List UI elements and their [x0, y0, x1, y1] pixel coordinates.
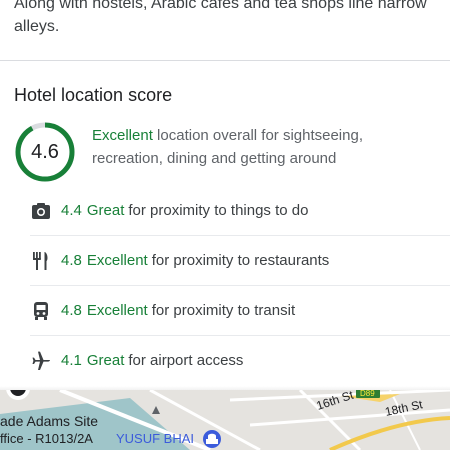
category-row-airport: 4.1 Great for airport access	[30, 337, 450, 385]
intro-text: Along with hostels, Arabic cafes and tea…	[14, 0, 427, 35]
category-rating: Great	[86, 352, 125, 369]
category-text: for airport access	[128, 352, 244, 369]
map-preview[interactable]: ade Adams Site ffice - R1013/2A YUSUF BH…	[0, 390, 450, 450]
overall-score-value: 4.6	[31, 141, 59, 163]
map-canvas: ade Adams Site ffice - R1013/2A YUSUF BH…	[0, 390, 450, 450]
category-score: 4.4	[61, 202, 82, 219]
category-score: 4.1	[61, 352, 82, 369]
category-row-things-to-do: 4.4 Great for proximity to things to do	[30, 187, 450, 236]
overall-rating: Excellent	[92, 127, 153, 144]
location-score-card: Hotel location score 4.6 Excellent locat…	[0, 60, 450, 389]
category-rating: Great	[86, 202, 125, 219]
map-road-badge: D89	[360, 390, 375, 398]
map-label-office: ffice - R1013/2A	[0, 431, 93, 446]
category-rating: Excellent	[86, 252, 148, 269]
category-text: for proximity to things to do	[128, 202, 309, 219]
overall-score: 4.6 Excellent location overall for sight…	[14, 121, 444, 185]
overall-description: Excellent location overall for sightseei…	[92, 124, 432, 170]
map-label-site: ade Adams Site	[0, 413, 98, 429]
category-rating: Excellent	[86, 302, 148, 319]
restaurant-icon	[33, 252, 48, 270]
airplane-icon	[32, 351, 50, 370]
category-score: 4.8	[61, 252, 82, 269]
section-title: Hotel location score	[14, 85, 173, 105]
category-text: for proximity to transit	[151, 302, 296, 319]
transit-icon	[34, 302, 48, 320]
category-row-transit: 4.8 Excellent for proximity to transit	[30, 287, 450, 336]
map-label-place: YUSUF BHAI	[116, 431, 194, 446]
camera-icon	[32, 203, 50, 219]
category-row-restaurants: 4.8 Excellent for proximity to restaurants	[30, 237, 450, 286]
category-text: for proximity to restaurants	[151, 252, 330, 269]
category-score: 4.8	[61, 302, 82, 319]
